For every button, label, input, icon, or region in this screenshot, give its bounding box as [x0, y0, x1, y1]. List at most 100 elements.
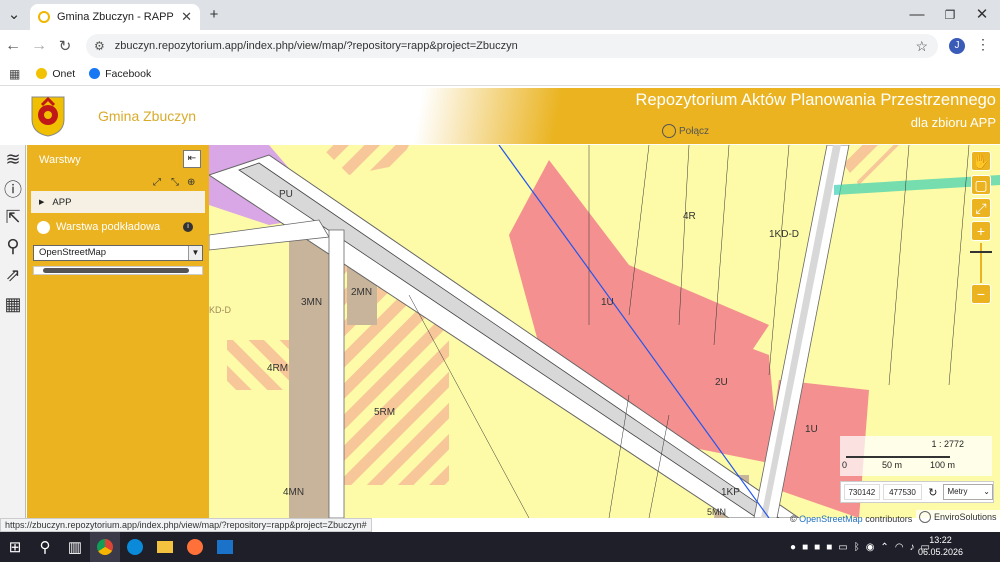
vendor-logo[interactable]: EnviroSolutions [916, 510, 1000, 524]
minimize-icon[interactable]: — [905, 0, 929, 30]
label-3mn: 3MN [301, 297, 322, 308]
reload-icon[interactable]: ↻ [52, 37, 78, 55]
osm-link[interactable]: OpenStreetMap [799, 514, 863, 524]
collapse-icon[interactable]: ⤡ [171, 177, 179, 188]
pan-hand-icon[interactable]: ✋ [971, 151, 991, 171]
volume-icon[interactable]: ♪ [910, 542, 915, 553]
info-icon[interactable]: ⓘ [0, 174, 26, 203]
site-info-icon[interactable]: ⚙ [94, 39, 105, 53]
tray-app-icon[interactable]: ■ [814, 542, 820, 553]
base-layer-title: Warstwa podkładowa [56, 221, 161, 233]
label-1kp: 1KP [721, 487, 740, 498]
url-text: zbuczyn.repozytorium.app/index.php/view/… [114, 40, 518, 52]
expand-icon[interactable]: ⤢ [153, 177, 161, 188]
search-icon[interactable]: ⚲ [0, 232, 26, 261]
site-subtitle: dla zbioru APP [910, 115, 996, 130]
layer-group-app[interactable]: ▶ APP [31, 191, 205, 213]
zoom-slider-track[interactable] [980, 243, 982, 283]
base-layer-header: Warstwa podkładowa i [31, 217, 205, 237]
scale-bar: 1 : 2772 0 50 m 100 m [840, 436, 992, 476]
label-1u-top: 1U [601, 297, 614, 308]
layers-icon[interactable]: ≋ [0, 145, 26, 174]
chevron-up-icon[interactable]: ⌃ [880, 542, 888, 553]
tab-list-chevron-icon[interactable]: ⌄ [2, 0, 26, 30]
zoom-box-icon[interactable]: ▢ [971, 175, 991, 195]
base-layer-select[interactable]: OpenStreetMap ▼ [33, 245, 203, 261]
firefox-icon[interactable] [180, 532, 210, 562]
zoom-slider-handle[interactable] [970, 251, 992, 253]
coordinates-box: 730142 477530 ↻ Metry ⌄ [840, 481, 994, 503]
map-toolbar: ≋ ⓘ ⇱ ⚲ ⇗ ▦ [0, 145, 26, 518]
globe-icon [37, 220, 50, 234]
file-explorer-icon[interactable] [150, 532, 180, 562]
bookmark-label: Facebook [105, 67, 152, 80]
chrome-icon[interactable] [90, 532, 120, 562]
label-pu: PU [279, 189, 293, 200]
login-label: Połącz [679, 125, 710, 137]
tab-close-icon[interactable]: ✕ [181, 9, 192, 25]
bookmark-facebook[interactable]: Facebook [89, 68, 151, 80]
taskbar-clock[interactable]: 13:22 06.05.2026 [918, 534, 963, 558]
facebook-icon [89, 68, 101, 79]
login-link[interactable]: Połącz [662, 124, 709, 138]
residential-zone [289, 240, 329, 518]
battery-icon[interactable]: ▭ [838, 542, 847, 553]
profile-avatar[interactable]: J [949, 38, 965, 54]
units-value: Metry [947, 487, 968, 496]
dropdown-arrow-icon: ▼ [188, 246, 202, 260]
browser-menu-icon[interactable]: ⋮ [976, 36, 990, 53]
layers-panel: Warstwy ⇤ ⤢ ⤡ ⊕ ▶ APP Warstwa podkładowa… [27, 145, 209, 518]
units-select[interactable]: Metry ⌄ [943, 484, 993, 500]
base-layer-value: OpenStreetMap [39, 247, 107, 258]
wifi-icon[interactable]: ◠ [895, 542, 904, 553]
label-4r: 4R [683, 211, 696, 222]
collapse-panel-button[interactable]: ⇤ [183, 150, 201, 168]
select-arrow-icon[interactable]: ⇱ [0, 203, 26, 232]
tray-app-icon[interactable]: ■ [802, 542, 808, 553]
coord-x: 730142 [844, 484, 880, 500]
windows-start-icon[interactable]: ⊞ [0, 532, 30, 562]
zoom-in-button[interactable]: + [971, 221, 991, 241]
bookmark-onet[interactable]: Onet [36, 68, 75, 80]
task-view-icon[interactable]: ▥ [60, 532, 90, 562]
bookmark-star-icon[interactable]: ☆ [915, 38, 928, 55]
close-window-icon[interactable]: ✕ [970, 0, 994, 30]
table-icon[interactable]: ▦ [0, 290, 26, 319]
scale-zero: 0 [842, 460, 848, 470]
apps-grid-icon[interactable]: ▦ [9, 67, 20, 81]
restore-icon[interactable]: ❐ [938, 0, 962, 30]
status-url-tooltip: https://zbuczyn.repozytorium.app/index.p… [0, 518, 372, 532]
back-icon[interactable]: ← [0, 37, 26, 55]
search-icon[interactable]: ⚲ [30, 532, 60, 562]
label-5mn: 5MN [707, 507, 726, 517]
base-layer-info-icon[interactable]: i [183, 222, 193, 232]
panel-title: Warstwy [39, 154, 81, 166]
zoom-out-button[interactable]: − [971, 284, 991, 304]
address-bar[interactable]: ⚙ zbuczyn.repozytorium.app/index.php/vie… [86, 34, 938, 58]
bookmark-label: Onet [52, 67, 76, 80]
tray-app-icon[interactable]: ◉ [866, 542, 875, 553]
scale-hundred: 100 m [930, 460, 956, 470]
scale-text: 1 : 2772 [931, 439, 964, 449]
vendor-name: EnviroSolutions [934, 512, 997, 522]
new-tab-button[interactable]: + [202, 0, 226, 30]
bluetooth-icon[interactable]: ᛒ [854, 542, 860, 553]
clock-date: 06.05.2026 [918, 547, 964, 557]
tray-app-icon[interactable]: ● [790, 542, 796, 553]
browser-tab[interactable]: Gmina Zbuczyn - RAPP - Lizmap ✕ [30, 4, 200, 30]
zoom-layer-icon[interactable]: ⊕ [187, 177, 195, 188]
label-kdd: KD-D [209, 305, 231, 315]
expand-triangle-icon: ▶ [39, 199, 45, 206]
label-1u-right: 1U [805, 424, 818, 435]
edge-icon[interactable] [120, 532, 150, 562]
panel-scrollbar[interactable] [33, 266, 203, 275]
label-1kdd: 1KD-D [769, 229, 799, 240]
tray-app-icon[interactable]: ■ [826, 542, 832, 553]
outlook-icon[interactable] [210, 532, 240, 562]
label-2u: 2U [715, 377, 728, 388]
enviro-logo-icon [919, 511, 931, 523]
share-icon[interactable]: ⇗ [0, 261, 26, 290]
forward-icon[interactable]: → [26, 37, 52, 55]
fullscreen-icon[interactable]: ⤢ [971, 198, 991, 218]
refresh-coords-icon[interactable]: ↻ [928, 486, 937, 499]
